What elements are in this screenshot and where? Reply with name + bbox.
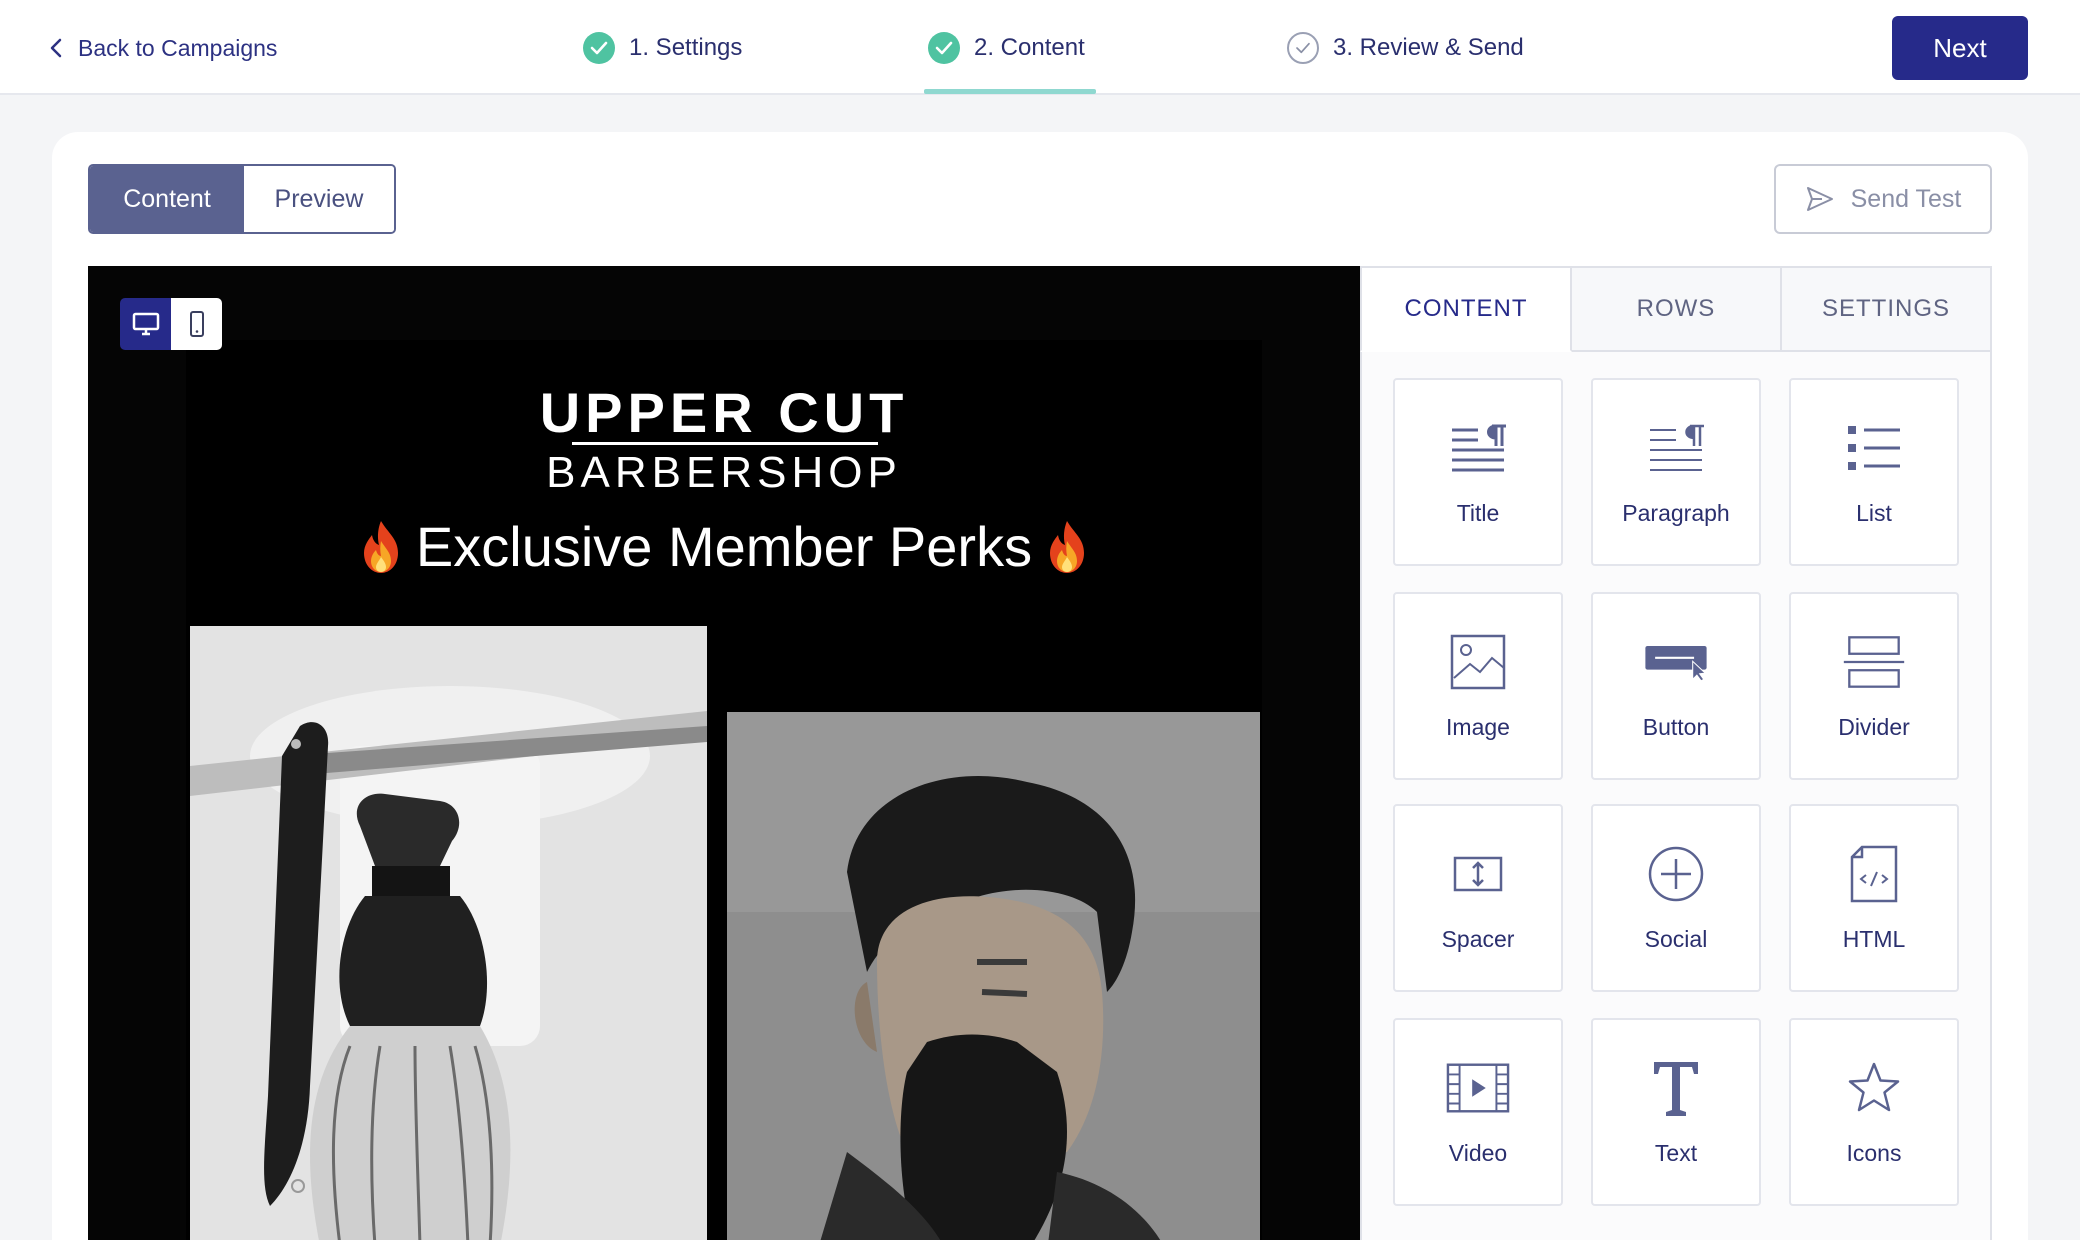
step-label: 3. Review & Send [1333,34,1524,61]
block-label: Paragraph [1622,500,1730,526]
block-label: Video [1448,1140,1508,1166]
block-label: Spacer [1441,926,1515,952]
block-label: Divider [1838,714,1910,740]
block-icons[interactable]: Icons [1789,1018,1959,1206]
back-link-label: Back to Campaigns [78,34,278,61]
step-settings[interactable]: 1. Settings [583,28,742,68]
block-label: List [1856,500,1892,526]
headline-text: Exclusive Member Perks [415,515,1033,578]
brand-logo-rule [572,442,878,445]
preview-view-button[interactable]: Preview [244,166,394,232]
star-icon [1842,1056,1906,1120]
razor-and-brush-photo[interactable] [190,626,707,1240]
next-button[interactable]: Next [1892,16,2028,80]
step-review-send[interactable]: 3. Review & Send [1287,28,1524,68]
block-image[interactable]: Image [1393,592,1563,780]
block-button[interactable]: Button [1591,592,1761,780]
chevron-left-icon [50,38,62,58]
block-label: Button [1642,714,1710,740]
mobile-view-button[interactable] [171,298,222,350]
block-text[interactable]: Text [1591,1018,1761,1206]
send-test-button[interactable]: Send Test [1774,164,1992,234]
content-view-button[interactable]: Content [90,166,244,232]
flame-icon [363,520,398,573]
tab-content[interactable]: CONTENT [1360,266,1572,352]
mobile-icon [189,311,204,337]
block-label: Icons [1846,1140,1902,1166]
block-paragraph[interactable]: Paragraph [1591,378,1761,566]
divider-icon [1842,630,1906,694]
brand-logo-bottom: BARBERSHOP [546,448,902,497]
tab-settings[interactable]: SETTINGS [1782,266,1992,352]
panel-tabs: CONTENT ROWS SETTINGS [1360,266,1992,352]
view-toggle: Content Preview [88,164,396,234]
flame-icon [1050,520,1085,573]
check-circle-icon [583,32,615,64]
image-icon [1446,630,1510,694]
block-label: Image [1446,714,1510,740]
block-video[interactable]: Video [1393,1018,1563,1206]
block-social[interactable]: Social [1591,804,1761,992]
email-headline[interactable]: Exclusive Member Perks [186,514,1262,579]
check-circle-outline-icon [1287,32,1319,64]
desktop-view-button[interactable] [120,298,171,350]
text-icon [1644,1056,1708,1120]
button-icon [1644,630,1708,694]
top-bar: Back to Campaigns 1. Settings 2. Content… [0,0,2080,95]
tab-rows[interactable]: ROWS [1572,266,1782,352]
step-content[interactable]: 2. Content [928,28,1085,68]
check-circle-icon [928,32,960,64]
step-label: 1. Settings [629,34,743,61]
block-label: HTML [1842,926,1906,952]
spacer-icon [1446,842,1510,906]
block-divider[interactable]: Divider [1789,592,1959,780]
block-list[interactable]: List [1789,378,1959,566]
list-icon [1842,416,1906,480]
title-icon [1446,416,1510,480]
bearded-man-photo[interactable] [727,712,1260,1240]
send-icon [1806,187,1833,211]
step-label: 2. Content [974,34,1085,61]
block-title[interactable]: Title [1393,378,1563,566]
send-test-label: Send Test [1850,184,1962,213]
brand-logo-top: UPPER CUT [539,381,909,444]
block-html[interactable]: HTML [1789,804,1959,992]
device-toggle [120,298,222,350]
paragraph-icon [1644,416,1708,480]
video-icon [1446,1056,1510,1120]
block-spacer[interactable]: Spacer [1393,804,1563,992]
active-step-indicator [924,89,1096,94]
social-icon [1644,842,1708,906]
html-icon [1842,842,1906,906]
desktop-icon [132,312,159,336]
block-label: Social [1644,926,1708,952]
block-label: Text [1654,1140,1698,1166]
back-to-campaigns-link[interactable]: Back to Campaigns [48,32,277,64]
block-label: Title [1456,500,1500,526]
